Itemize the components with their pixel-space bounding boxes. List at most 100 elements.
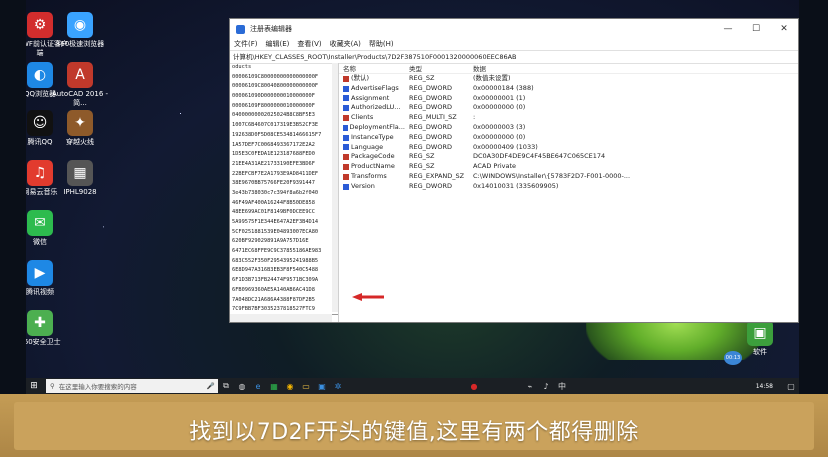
value-type: REG_DWORD [409, 103, 452, 112]
tree-node[interactable]: 000061090D000000010000000F [230, 92, 338, 102]
registry-value-row[interactable]: AuthorizedLU... REG_DWORD 0x00000000 (0) [339, 103, 798, 113]
desktop-icon[interactable]: ▣ 软件 [730, 320, 790, 357]
binary-value-icon [343, 95, 349, 102]
record-icon[interactable]: ● [466, 382, 482, 391]
value-data: 0x00000003 (3) [473, 122, 526, 131]
desktop-icon[interactable]: A AutoCAD 2016 - 简... [50, 62, 110, 108]
tree-node[interactable]: 620BF929029891A9A757D16E [230, 237, 338, 247]
notification-icon[interactable]: ▢ [783, 382, 799, 391]
menu-help[interactable]: 帮助(H) [369, 39, 394, 50]
desktop-icon[interactable]: ▦ IPHL9028 [50, 160, 110, 197]
tree-node[interactable]: 38E9670BB75766FE20F9391447 [230, 179, 338, 189]
tree-node[interactable]: 6FB0969360AE5A140AB6AC41D8 [230, 286, 338, 296]
store-icon[interactable]: ▣ [314, 382, 330, 391]
tree-node[interactable]: 6F1D3B713FB24474F9571BC309A [230, 276, 338, 286]
registry-value-row[interactable]: PackageCode REG_SZ DC0A30DF4DE9C4F45BE647C… [339, 152, 798, 162]
desktop-icon[interactable]: ✦ 穿越火线 [50, 110, 110, 147]
desktop-icon-label: IPHL9028 [63, 188, 97, 196]
close-button[interactable]: ✕ [770, 24, 798, 34]
registry-value-row[interactable]: ProductName REG_SZ ACAD Private [339, 162, 798, 172]
value-name: Clients [339, 113, 405, 123]
value-type: REG_DWORD [409, 122, 452, 131]
video-caption: 找到以7D2F开头的键值,这里有两个都得删除 [189, 420, 639, 445]
tree-vertical-scrollbar[interactable] [332, 63, 338, 312]
edge-browser-icon[interactable]: e [250, 382, 266, 391]
letterbox-left [0, 0, 26, 394]
registry-value-row[interactable]: Transforms REG_EXPAND_SZ C:\WINDOWS\Instal… [339, 172, 798, 182]
registry-value-row[interactable]: Assignment REG_DWORD 0x00000001 (1) [339, 94, 798, 104]
tree-node[interactable]: 1007C6B4607C017319E3B52CF3E [230, 121, 338, 131]
regedit-task-icon[interactable]: ✲ [330, 382, 346, 391]
string-value-icon [343, 115, 349, 122]
tree-node[interactable]: 46F49AF400A16244F8B50DE858 [230, 199, 338, 209]
tree-node[interactable]: 04000000002025024B8C8BF5E3 [230, 111, 338, 121]
tree-node[interactable]: 21EE4A31AE21733190EFE3BD6F [230, 160, 338, 170]
taskbar-clock[interactable]: 14:58 [756, 383, 773, 390]
minimize-button[interactable]: — [714, 24, 742, 34]
taskbar-search-box[interactable]: ⚲ 在这里输入你要搜索的内容 🎤 [46, 379, 218, 393]
desktop-icon[interactable]: ✚ 360安全卫士 [26, 310, 70, 347]
tree-node[interactable]: 48EE699AC01F8149BF0DCEE9CC [230, 208, 338, 218]
column-name[interactable]: 名称 [339, 63, 405, 73]
value-name: DeploymentFla... [339, 123, 405, 133]
chrome-icon[interactable]: ◉ [282, 382, 298, 391]
tree-node[interactable]: 00006109C80000000000000000F [230, 73, 338, 83]
desktop-icon[interactable]: ◉ 360极速浏览器 [50, 12, 110, 49]
maximize-button[interactable]: ☐ [742, 24, 770, 34]
menu-bar: 文件(F) 编辑(E) 查看(V) 收藏夹(A) 帮助(H) [230, 39, 798, 50]
address-bar[interactable]: 计算机\HKEY_CLASSES_ROOT\Installer\Products… [230, 50, 798, 64]
desktop-icon-label: 腾讯视频 [26, 288, 54, 296]
registry-value-row[interactable]: AdvertiseFlags REG_DWORD 0x00000184 (388) [339, 84, 798, 94]
value-type: REG_DWORD [409, 142, 452, 151]
wechat-task-icon[interactable]: ◍ [234, 382, 250, 391]
binary-value-icon [343, 183, 349, 190]
column-data[interactable]: 数据 [469, 63, 798, 73]
column-type[interactable]: 类型 [405, 63, 469, 73]
file-explorer-icon[interactable]: ▭ [298, 382, 314, 391]
menu-view[interactable]: 查看(V) [297, 39, 321, 50]
tree-node[interactable]: 7A048DC21A686A4388F87DF2B5 [230, 296, 338, 306]
app-icon: A [67, 62, 93, 88]
tree-node[interactable]: 192638D0F5D08CE53481466615F7 [230, 131, 338, 141]
tree-node[interactable]: 683C552F350F2954395241988B5 [230, 257, 338, 267]
ime-indicator[interactable]: 中 [554, 381, 570, 392]
value-data: 0x00000001 (1) [473, 93, 526, 102]
tree-horizontal-scrollbar[interactable] [230, 314, 332, 322]
binary-value-icon [343, 105, 349, 112]
menu-file[interactable]: 文件(F) [234, 39, 258, 50]
binary-value-icon [343, 85, 349, 92]
tree-node[interactable]: 22BEFCBF7E2A1793E9AD8411DEF [230, 170, 338, 180]
registry-value-row[interactable]: (默认) REG_SZ (数值未设置) [339, 74, 798, 84]
registry-value-row[interactable]: InstanceType REG_DWORD 0x00000000 (0) [339, 133, 798, 143]
registry-value-row[interactable]: DeploymentFla... REG_DWORD 0x00000003 (3) [339, 123, 798, 133]
windows-start-icon[interactable]: ⊞ [26, 381, 42, 391]
floating-timer-button[interactable]: 00:13 [724, 351, 742, 365]
registry-value-row[interactable]: Version REG_DWORD 0x14010031 (335609905) [339, 182, 798, 192]
tree-node[interactable]: 6E8D947A316B3EB3F8F540C5488 [230, 266, 338, 276]
registry-value-row[interactable]: Clients REG_MULTI_SZ: [339, 113, 798, 123]
value-name: PackageCode [339, 152, 405, 162]
menu-edit[interactable]: 编辑(E) [266, 39, 290, 50]
volume-icon[interactable]: ♪ [538, 382, 554, 391]
desktop-icon-label: 穿越火线 [66, 138, 94, 146]
desktop-icon[interactable]: ✉ 微信 [26, 210, 70, 247]
value-data: ACAD Private [473, 162, 517, 171]
tree-node[interactable]: 5CF0251881539E04893007ECA80 [230, 228, 338, 238]
menu-favorites[interactable]: 收藏夹(A) [330, 39, 361, 50]
desktop-icon[interactable]: ▶ 腾讯视频 [26, 260, 70, 297]
task-view-icon[interactable]: ⧉ [218, 381, 234, 391]
tree-node[interactable]: 00006109F8000000010000000F [230, 102, 338, 112]
tree-node[interactable]: 6471EC68FFE9C9C37855186AE983 [230, 247, 338, 257]
registry-value-row[interactable]: Language REG_DWORD 0x00000409 (1033) [339, 143, 798, 153]
window-titlebar[interactable]: 注册表编辑器 — ☐ ✕ [230, 19, 798, 39]
tree-node[interactable]: 1A57DEF7C0068493367172E2A2 [230, 141, 338, 151]
network-icon[interactable]: ⌁ [522, 382, 538, 391]
spreadsheet-icon[interactable]: ▦ [266, 382, 282, 391]
value-data: 0x14010031 (335609905) [473, 181, 559, 190]
tree-node[interactable]: 00006109C80040800000000000F [230, 82, 338, 92]
red-arrow-annotation [352, 293, 384, 301]
tree-node[interactable]: 3e43b738030c7c394f8a6b2f040 [230, 189, 338, 199]
tree-node[interactable]: 1D5E3C0FEDA1E123187688FED0 [230, 150, 338, 160]
value-data: (数值未设置) [473, 74, 511, 82]
tree-node[interactable]: 5A99575F1E344E647A2EF3B4D14 [230, 218, 338, 228]
